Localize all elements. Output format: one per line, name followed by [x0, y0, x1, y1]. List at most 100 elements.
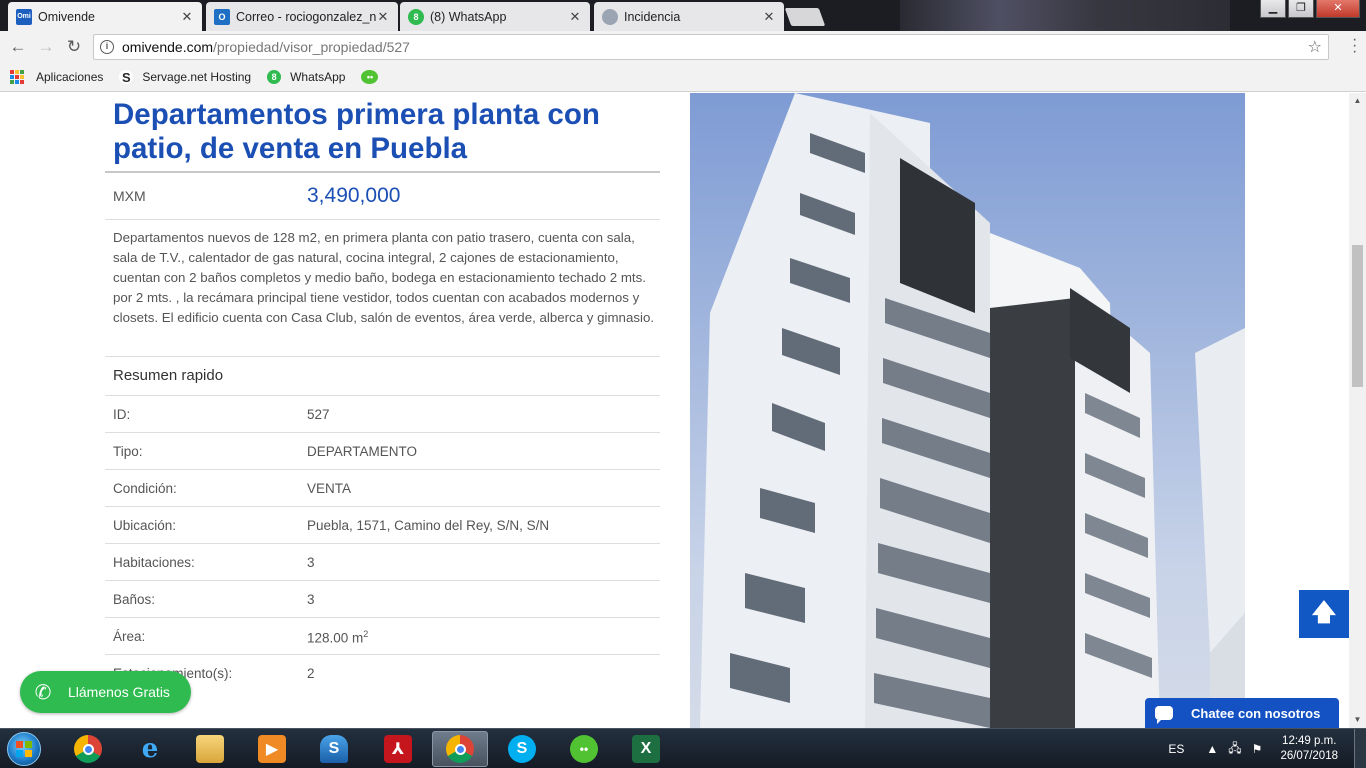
info-icon[interactable]: i [100, 40, 114, 54]
show-desktop-button[interactable] [1354, 729, 1366, 768]
summary-row: Tipo: DEPARTAMENTO [105, 432, 660, 469]
price-currency: MXM [113, 188, 146, 204]
call-free-button[interactable]: ✆ Llámenos Gratis [20, 671, 191, 713]
taskbar-chrome[interactable] [60, 731, 116, 767]
summary-key: Tipo: [113, 444, 143, 459]
outlook-icon: O [214, 8, 230, 25]
close-icon[interactable]: ✕ [568, 9, 582, 25]
skype-icon: S [508, 735, 536, 763]
omivende-icon: Omi [16, 8, 32, 25]
taskbar-file-explorer[interactable] [182, 731, 238, 767]
bookmark-star-icon[interactable]: ☆ [1308, 37, 1322, 57]
taskbar-internet-explorer[interactable]: e [122, 731, 178, 767]
chat-bubble-icon [1155, 706, 1173, 724]
whatsapp-icon: 8 [408, 8, 424, 25]
summary-value: Puebla, 1571, Camino del Rey, S/N, S/N [307, 518, 550, 533]
network-icon[interactable]: 🖧 [1228, 739, 1241, 760]
scroll-up-arrow-icon[interactable]: ▲ [1349, 93, 1366, 109]
property-photo[interactable] [690, 93, 1245, 728]
excel-icon: X [632, 735, 660, 763]
apps-grid-icon [10, 70, 24, 84]
browser-tab-bar: Omi Omivende ✕ O Correo - rociogonzalez_… [0, 0, 1366, 31]
taskbar-wechat[interactable]: •• [556, 731, 612, 767]
arrow-up-icon: 🡅 [1311, 599, 1337, 626]
summary-value: 3 [307, 555, 315, 570]
taskbar-app[interactable]: S [306, 731, 362, 767]
chrome-icon [446, 735, 474, 763]
close-window-icon[interactable]: ✕ [1316, 0, 1360, 18]
summary-value: 3 [307, 592, 315, 607]
taskbar-chrome-active[interactable] [432, 731, 488, 767]
scrollbar-thumb[interactable] [1352, 245, 1363, 387]
acrobat-icon: ⅄ [384, 735, 412, 763]
taskbar-media-player[interactable]: ▶ [244, 731, 300, 767]
summary-key: ID: [113, 407, 131, 422]
tab-omivende[interactable]: Omi Omivende ✕ [8, 2, 202, 31]
summary-key: Ubicación: [113, 518, 177, 533]
summary-row: Habitaciones: 3 [105, 543, 660, 580]
system-clock[interactable]: 12:49 p.m. 26/07/2018 [1280, 734, 1338, 764]
summary-title: Resumen rapido [113, 367, 224, 384]
summary-row: ID: 527 [105, 395, 660, 432]
sky-app-icon: S [320, 735, 348, 763]
area-value: 128.00 m [307, 630, 364, 646]
scroll-top-button[interactable]: 🡅 [1299, 590, 1349, 638]
summary-key: Baños: [113, 592, 156, 607]
address-bar[interactable]: i omivende.com/propiedad/visor_propiedad… [93, 34, 1329, 60]
action-center-flag-icon[interactable]: ⚑ [1252, 742, 1263, 756]
clock-time: 12:49 p.m. [1282, 735, 1337, 747]
bookmark-label: Aplicaciones [36, 70, 104, 84]
phone-icon: ✆ [34, 681, 52, 704]
back-arrow-icon[interactable]: ← [4, 33, 32, 61]
show-hidden-icons-icon[interactable]: ▲ [1206, 742, 1218, 756]
page-scrollbar[interactable]: ▲ ▼ [1349, 93, 1366, 728]
page-icon [602, 8, 618, 25]
property-description: Departamentos nuevos de 128 m2, en prime… [113, 230, 655, 325]
new-tab-button[interactable] [784, 8, 826, 26]
servage-icon: S [119, 70, 134, 85]
file-explorer-icon [196, 735, 224, 763]
window-controls: ▁ ❐ ✕ [1258, 0, 1360, 18]
taskbar-excel[interactable]: X [618, 731, 674, 767]
summary-row: Ubicación: Puebla, 1571, Camino del Rey,… [105, 506, 660, 543]
summary-key: Condición: [113, 481, 177, 496]
tab-whatsapp[interactable]: 8 (8) WhatsApp ✕ [400, 2, 590, 31]
close-icon[interactable]: ✕ [376, 9, 390, 25]
summary-key: Habitaciones: [113, 555, 195, 570]
bookmark-label: Servage.net Hosting [142, 70, 252, 84]
close-icon[interactable]: ✕ [762, 9, 776, 25]
desktop-background-strip [900, 0, 1230, 31]
close-icon[interactable]: ✕ [180, 9, 194, 25]
bookmark-aplicaciones[interactable]: Aplicaciones [10, 70, 103, 84]
url-host: omivende.com [122, 39, 214, 55]
call-free-label: Llámenos Gratis [68, 684, 170, 700]
scroll-down-arrow-icon[interactable]: ▼ [1349, 712, 1366, 728]
bookmark-servage[interactable]: S Servage.net Hosting [119, 70, 252, 85]
building-image [700, 93, 1245, 728]
tab-incidencia[interactable]: Incidencia ✕ [594, 2, 784, 31]
restore-icon[interactable]: ❐ [1288, 0, 1314, 18]
summary-row: Baños: 3 [105, 580, 660, 617]
bookmark-label: WhatsApp [290, 70, 346, 84]
minimize-icon[interactable]: ▁ [1260, 0, 1286, 18]
reload-icon[interactable]: ↻ [60, 33, 88, 61]
summary-row: Área: 128.00 m2 [105, 617, 660, 654]
tab-correo[interactable]: O Correo - rociogonzalez_n ✕ [206, 2, 398, 31]
tab-label: Omivende [38, 9, 95, 24]
forward-arrow-icon[interactable]: → [32, 33, 60, 61]
bookmark-wechat[interactable]: •• [361, 70, 387, 84]
media-player-icon: ▶ [258, 735, 286, 763]
chat-button[interactable]: Chatee con nosotros [1145, 698, 1339, 728]
taskbar-acrobat[interactable]: ⅄ [370, 731, 426, 767]
taskbar-skype[interactable]: S [494, 731, 550, 767]
page-viewport: Departamentos primera planta con patio, … [0, 93, 1349, 728]
summary-value: 128.00 m2 [307, 629, 368, 646]
start-button[interactable] [4, 731, 44, 767]
chrome-menu-icon[interactable]: · · · [1352, 32, 1358, 60]
tab-label: Correo - rociogonzalez_n [236, 9, 376, 24]
tab-label: Incidencia [624, 9, 681, 24]
clock-date: 26/07/2018 [1280, 750, 1338, 762]
language-indicator[interactable]: ES [1168, 742, 1184, 756]
summary-row: Condición: VENTA [105, 469, 660, 506]
bookmark-whatsapp[interactable]: 8 WhatsApp [267, 70, 345, 84]
